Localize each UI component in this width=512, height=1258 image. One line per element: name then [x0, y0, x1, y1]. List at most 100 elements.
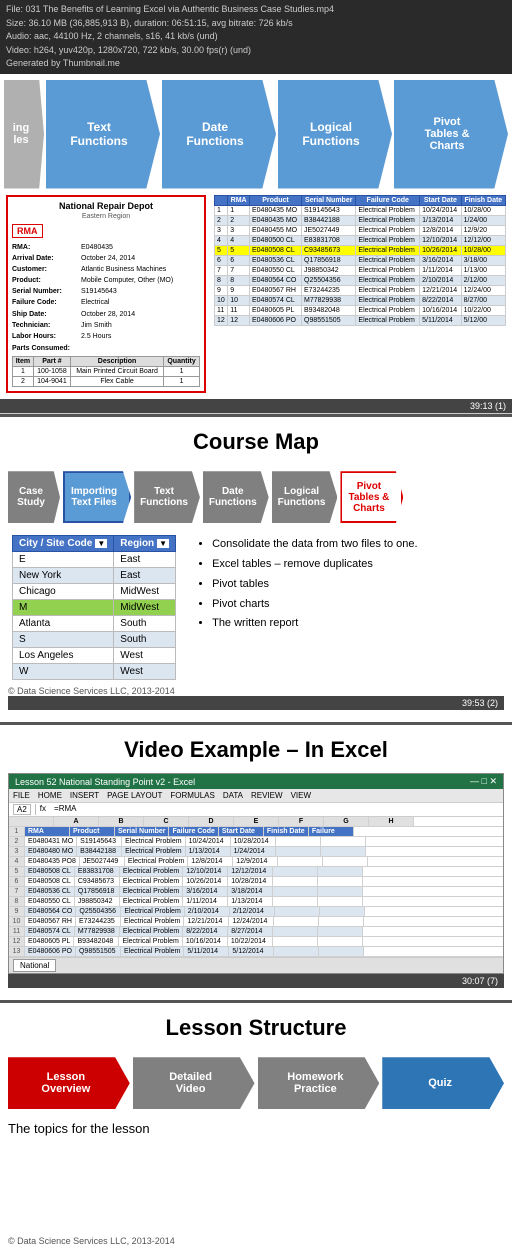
table-row: Los AngelesWest: [13, 648, 176, 664]
table-row: 77E0480550 CLJ98850342Electrical Problem…: [215, 265, 506, 275]
table-row: 1111E0480605 PLB93482048Electrical Probl…: [215, 305, 506, 315]
lesson-arrow-video[interactable]: Detailed Video: [133, 1057, 255, 1109]
excel-title-bar: Lesson 52 National Standing Point v2 - E…: [9, 774, 503, 789]
nav-tab-logical-functions[interactable]: Logical Functions: [278, 80, 392, 189]
file-info-line3: Audio: aac, 44100 Hz, 2 channels, s16, 4…: [6, 30, 506, 44]
timestamp2: 39:53 (2): [8, 696, 504, 710]
section1-main: National Repair Depot Eastern Region RMA…: [0, 189, 512, 400]
excel-row: 4E0480435 PO8JE5027449Electrical Problem…: [9, 857, 503, 867]
list-item: Pivot charts: [212, 595, 417, 615]
course-map-title: Course Map: [8, 429, 504, 455]
table-row: ChicagoMidWest: [13, 584, 176, 600]
excel-row: 6E0480508 CLC93485673Electrical Problem1…: [9, 877, 503, 887]
excel-row: 7E0480536 CLQ17856918Electrical Problem3…: [9, 887, 503, 897]
table-row: 2 104-9041 Flex Cable 1: [13, 377, 200, 387]
file-info-bar: File: 031 The Benefits of Learning Excel…: [0, 0, 512, 74]
doc-field-customer: Customer: Atlantic Business Machines: [12, 264, 200, 275]
lesson-structure-title: Lesson Structure: [8, 1015, 504, 1041]
section2-content: City / Site Code ▼ Region ▼ EEastNew Yor…: [8, 535, 504, 680]
table-row: 1212E0480606 POQ98551505Electrical Probl…: [215, 315, 506, 325]
table-row: AtlantaSouth: [13, 616, 176, 632]
excel-ribbon[interactable]: FILE HOME INSERT PAGE LAYOUT FORMULAS DA…: [9, 789, 503, 803]
excel-sheet-tabs: National: [9, 957, 503, 973]
excel-row: 13E0480606 POQ98551505Electrical Problem…: [9, 947, 503, 957]
table-row: 22E0480435 MOB38442188Electrical Problem…: [215, 215, 506, 225]
timestamp1: 39:13 (1): [0, 399, 512, 413]
doc-field-tech: Technician: Jim Smith: [12, 320, 200, 331]
document-panel: National Repair Depot Eastern Region RMA…: [6, 195, 206, 394]
nav-tab-partial[interactable]: ingles: [4, 80, 44, 189]
doc-field-product: Product: Mobile Computer, Other (MO): [12, 275, 200, 286]
topics-content-area: [8, 1136, 504, 1216]
parts-consumed-label: Parts Consumed:: [12, 345, 200, 352]
file-info-line2: Size: 36.10 MB (36,885,913 B), duration:…: [6, 17, 506, 31]
table-row: 88E0480564 COQ25504356Electrical Problem…: [215, 275, 506, 285]
nav-tab-text-functions[interactable]: Text Functions: [46, 80, 160, 189]
table-row: 99E0480567 RHE73244235Electrical Problem…: [215, 285, 506, 295]
region-table: City / Site Code ▼ Region ▼ EEastNew Yor…: [12, 535, 176, 680]
parts-table: Item Part # Description Quantity 1 100-1…: [12, 356, 200, 387]
bullet-section: Consolidate the data from two files to o…: [188, 535, 417, 634]
data-table: RMA Product Serial Number Failure Code S…: [214, 195, 506, 326]
table-row: 44E0480500 CLE83831708Electrical Problem…: [215, 235, 506, 245]
excel-formula-bar: A2 fx =RMA: [9, 803, 503, 817]
table-row: New YorkEast: [13, 568, 176, 584]
timestamp3: 30:07 (7): [8, 974, 504, 988]
table-row: 1010E0480574 CLM77829938Electrical Probl…: [215, 295, 506, 305]
course-map-arrows: Case Study Importing Text Files Text Fun…: [8, 471, 504, 523]
topics-text: The topics for the lesson: [8, 1121, 504, 1136]
nav-tab-pivot[interactable]: Pivot Tables & Charts: [394, 80, 508, 189]
lesson-arrows: Lesson Overview Detailed Video Homework …: [8, 1057, 504, 1109]
cm-date-functions[interactable]: Date Functions: [203, 471, 269, 523]
excel-row: 5E0480508 CLE83831708Electrical Problem1…: [9, 867, 503, 877]
cm-case-study[interactable]: Case Study: [8, 471, 60, 523]
excel-header-row: ABCDEFGH: [9, 817, 503, 827]
excel-row: 10E0480567 RHE73244235Electrical Problem…: [9, 917, 503, 927]
doc-field-arrival: Arrival Date: October 24, 2014: [12, 253, 200, 264]
excel-row: 11E0480574 CLM77829938Electrical Problem…: [9, 927, 503, 937]
table-row: EEast: [13, 552, 176, 568]
lesson-arrow-overview[interactable]: Lesson Overview: [8, 1057, 130, 1109]
cm-importing[interactable]: Importing Text Files: [63, 471, 131, 523]
lesson-arrow-homework[interactable]: Homework Practice: [258, 1057, 380, 1109]
nav-tab-date-functions[interactable]: Date Functions: [162, 80, 276, 189]
section4-copyright: © Data Science Services LLC, 2013-2014: [8, 1236, 504, 1246]
cm-logical-functions[interactable]: Logical Functions: [272, 471, 338, 523]
table-row: 66E0480536 CLQ17856918Electrical Problem…: [215, 255, 506, 265]
section1: ingles Text Functions Date Functions Log…: [0, 74, 512, 415]
lesson-arrow-quiz[interactable]: Quiz: [382, 1057, 504, 1109]
bullet-list: Consolidate the data from two files to o…: [188, 535, 417, 634]
excel-mock: Lesson 52 National Standing Point v2 - E…: [8, 773, 504, 974]
doc-fields: RMA: E0480435 Arrival Date: October 24, …: [12, 242, 200, 343]
table-row: WWest: [13, 664, 176, 680]
doc-field-ship: Ship Date: October 28, 2014: [12, 309, 200, 320]
section2: Course Map Case Study Importing Text Fil…: [0, 414, 512, 722]
doc-rma-label: RMA: [12, 224, 43, 238]
excel-row: 2E0480431 MOS19145643Electrical Problem1…: [9, 837, 503, 847]
excel-grid: ABCDEFGH1RMAProductSerial NumberFailure …: [9, 817, 503, 957]
cm-text-functions[interactable]: Text Functions: [134, 471, 200, 523]
section4: Lesson Structure Lesson Overview Detaile…: [0, 1000, 512, 1258]
file-info-line1: File: 031 The Benefits of Learning Excel…: [6, 3, 506, 17]
table-row: 33E0480455 MOJE5027449Electrical Problem…: [215, 225, 506, 235]
doc-header: National Repair Depot: [12, 201, 200, 211]
table-row: MMidWest: [13, 600, 176, 616]
list-item: Pivot tables: [212, 575, 417, 595]
section2-copyright: © Data Science Services LLC, 2013-2014: [8, 686, 504, 696]
list-item: Excel tables – remove duplicates: [212, 555, 417, 575]
doc-field-labor: Labor Hours: 2.5 Hours: [12, 331, 200, 342]
data-table-wrapper: RMA Product Serial Number Failure Code S…: [214, 195, 506, 394]
table-row: SSouth: [13, 632, 176, 648]
file-info-line5: Generated by Thumbnail.me: [6, 57, 506, 71]
file-info-line4: Video: h264, yuv420p, 1280x720, 722 kb/s…: [6, 44, 506, 58]
cm-pivot[interactable]: Pivot Tables & Charts: [340, 471, 403, 523]
doc-subheader: Eastern Region: [12, 213, 200, 220]
table-row: 11E0480435 MOS19145643Electrical Problem…: [215, 205, 506, 215]
section3: Video Example – In Excel Lesson 52 Natio…: [0, 722, 512, 1000]
table-row: 1 100-1058 Main Printed Circuit Board 1: [13, 367, 200, 377]
excel-row: 9E0480564 COQ25504356Electrical Problem2…: [9, 907, 503, 917]
excel-row: 8E0480550 CLJ98850342Electrical Problem1…: [9, 897, 503, 907]
video-title: Video Example – In Excel: [8, 737, 504, 763]
doc-field-rma: RMA: E0480435: [12, 242, 200, 253]
doc-field-serial: Serial Number: S19145643: [12, 286, 200, 297]
